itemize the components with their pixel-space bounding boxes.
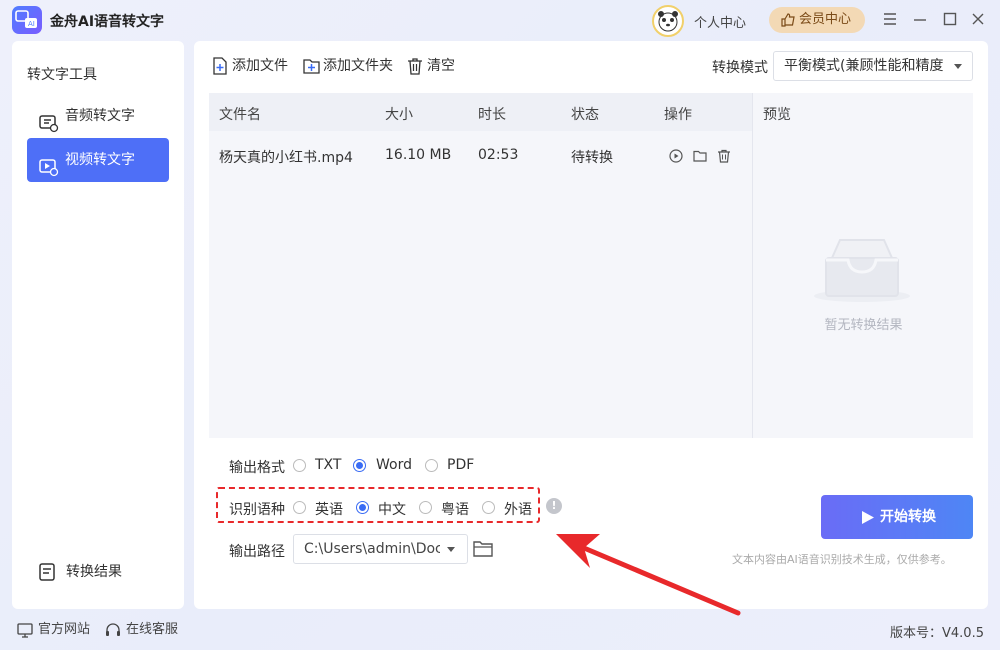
headset-icon <box>106 623 120 636</box>
radio-cantonese[interactable] <box>419 501 432 514</box>
conversion-results-link[interactable]: 转换结果 <box>38 561 122 583</box>
add-folder-icon <box>303 59 320 74</box>
play-icon[interactable] <box>669 149 683 167</box>
add-file-button[interactable]: 添加文件 <box>212 57 288 75</box>
recognition-language-label: 识别语种 <box>229 502 285 518</box>
monitor-icon <box>17 623 33 638</box>
radio-word-label[interactable]: Word <box>376 457 412 473</box>
svg-text:AI: AI <box>28 20 35 28</box>
preview-title: 预览 <box>763 107 791 123</box>
header-duration: 时长 <box>478 107 506 123</box>
output-path-select[interactable]: C:\Users\admin\Doc <box>293 534 468 564</box>
clear-button[interactable]: 清空 <box>407 57 455 75</box>
official-website-link[interactable]: 官方网站 <box>17 622 90 638</box>
radio-foreign-label[interactable]: 外语 <box>504 499 532 519</box>
radio-pdf-label[interactable]: PDF <box>447 457 474 473</box>
thumbs-up-icon <box>781 13 795 27</box>
radio-english[interactable] <box>293 501 306 514</box>
start-conversion-button[interactable]: 开始转换 <box>821 495 973 539</box>
file-status: 待转换 <box>571 150 613 166</box>
table-header: 文件名 大小 时长 状态 操作 <box>209 93 752 131</box>
add-file-icon <box>213 57 227 75</box>
menu-icon[interactable] <box>882 11 898 27</box>
clear-label: 清空 <box>427 58 455 74</box>
header-status: 状态 <box>571 107 599 123</box>
file-size: 16.10 MB <box>385 147 452 163</box>
radio-english-label[interactable]: 英语 <box>315 499 343 519</box>
start-conversion-label: 开始转换 <box>880 509 936 525</box>
table-row[interactable]: 杨天真的小红书.mp4 16.10 MB 02:53 待转换 <box>209 137 752 177</box>
vip-center-label: 会员中心 <box>799 12 852 27</box>
play-icon <box>862 511 874 524</box>
radio-chinese[interactable] <box>356 501 369 514</box>
version-number: 版本号：V4.0.5 <box>890 626 984 641</box>
add-folder-label: 添加文件夹 <box>323 58 393 74</box>
conversion-results-label: 转换结果 <box>66 564 122 580</box>
close-icon[interactable] <box>970 11 986 27</box>
folder-icon[interactable] <box>693 149 707 167</box>
radio-txt-label[interactable]: TXT <box>315 457 341 473</box>
add-folder-button[interactable]: 添加文件夹 <box>303 57 393 75</box>
sidebar-item-audio-to-text[interactable]: 音频转文字 <box>27 94 169 138</box>
chevron-down-icon <box>447 547 455 552</box>
minimize-icon[interactable] <box>912 11 928 27</box>
app-title: 金舟AI语音转文字 <box>50 14 165 30</box>
add-file-label: 添加文件 <box>232 58 288 74</box>
empty-result-text: 暂无转换结果 <box>824 318 903 333</box>
browse-folder-icon[interactable] <box>473 540 493 561</box>
video-text-icon <box>39 151 59 195</box>
header-actions: 操作 <box>664 107 692 123</box>
radio-word[interactable] <box>353 459 366 472</box>
maximize-icon[interactable] <box>942 11 958 27</box>
preview-panel: 预览 暂无转换结果 <box>752 93 973 438</box>
output-path-label: 输出路径 <box>229 544 285 560</box>
avatar[interactable] <box>652 5 684 37</box>
user-center-link[interactable]: 个人中心 <box>694 12 746 31</box>
status-bar: 官方网站 在线客服 版本号：V4.0.5 <box>0 612 1000 650</box>
header-filename: 文件名 <box>219 107 261 123</box>
main-panel: 添加文件 添加文件夹 清空 转换模式 平衡模式(兼顾性能和精度 文件名 大小 时… <box>194 41 988 609</box>
conversion-mode-select[interactable]: 平衡模式(兼顾性能和精度 <box>773 51 973 81</box>
file-duration: 02:53 <box>478 147 519 163</box>
ai-disclaimer: 文本内容由AI语音识别技术生成，仅供参考。 <box>732 553 952 566</box>
document-icon <box>38 563 56 588</box>
conversion-mode-label: 转换模式 <box>712 60 768 76</box>
radio-txt[interactable] <box>293 459 306 472</box>
chevron-down-icon <box>954 64 962 69</box>
online-support-link[interactable]: 在线客服 <box>105 622 178 638</box>
conversion-mode-value: 平衡模式(兼顾性能和精度 <box>784 58 944 74</box>
header-size: 大小 <box>385 107 413 123</box>
radio-pdf[interactable] <box>425 459 438 472</box>
output-path-value: C:\Users\admin\Doc <box>304 541 440 557</box>
annotation-arrow <box>550 528 750 622</box>
output-format-label: 输出格式 <box>229 460 285 476</box>
online-support-label: 在线客服 <box>126 622 179 637</box>
info-icon[interactable]: ! <box>546 498 562 514</box>
vip-center-button[interactable]: 会员中心 <box>769 7 865 33</box>
sidebar-item-label: 音频转文字 <box>65 108 135 124</box>
file-table: 文件名 大小 时长 状态 操作 杨天真的小红书.mp4 16.10 MB 02:… <box>209 93 752 438</box>
empty-inbox-icon <box>812 238 912 308</box>
trash-icon <box>408 58 422 75</box>
radio-foreign[interactable] <box>482 501 495 514</box>
radio-chinese-label[interactable]: 中文 <box>378 499 406 519</box>
title-bar: AI 金舟AI语音转文字 个人中心 会员中心 <box>0 0 1000 40</box>
radio-cantonese-label[interactable]: 粤语 <box>441 499 469 519</box>
file-name: 杨天真的小红书.mp4 <box>219 150 353 166</box>
delete-icon[interactable] <box>717 149 731 167</box>
sidebar-item-label: 视频转文字 <box>65 152 135 168</box>
sidebar-title: 转文字工具 <box>27 67 97 83</box>
sidebar: 转文字工具 音频转文字 视频转文字 转换结果 <box>12 41 184 609</box>
app-logo: AI <box>12 6 42 34</box>
sidebar-item-video-to-text[interactable]: 视频转文字 <box>27 138 169 182</box>
official-website-label: 官方网站 <box>38 622 91 637</box>
